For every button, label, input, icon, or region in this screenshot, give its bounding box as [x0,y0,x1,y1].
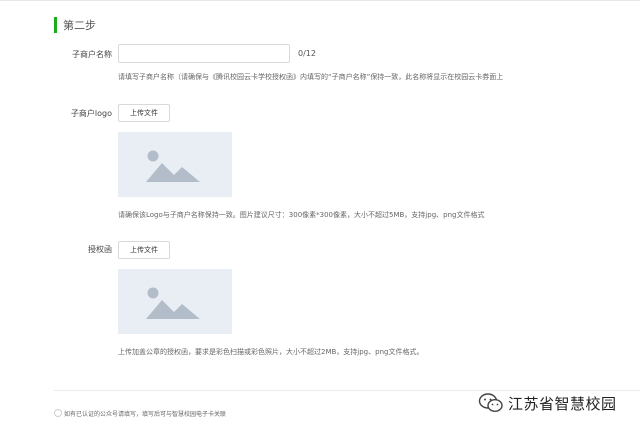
logo-upload-button[interactable]: 上传文件 [118,104,170,122]
merchant-name-counter: 0/12 [298,49,316,58]
merchant-logo-label: 子商户logo [70,109,112,118]
merchant-name-hint: 请填写子商户名称（请确保与《腾讯校园云卡学校授权函》内填写的“子商户名称”保持一… [118,73,504,81]
watermark-text: 江苏省智慧校园 [508,394,617,413]
image-placeholder-icon [146,150,200,182]
watermark: 江苏省智慧校园 [478,392,617,414]
merchant-name-input[interactable] [118,44,290,63]
auth-image-placeholder [118,269,232,334]
auth-upload-button[interactable]: 上传文件 [118,241,170,259]
official-account-radio[interactable] [54,409,62,417]
merchant-name-label: 子商户名称 [72,50,112,59]
wechat-icon [478,393,503,413]
auth-letter-label: 授权函 [88,245,112,254]
step-title: 第二步 [63,19,96,32]
top-divider [0,0,640,1]
image-placeholder-icon [146,287,200,319]
merchant-logo-hint: 请确保该Logo与子商户名称保持一致。图片建议尺寸：300像素*300像素，大小… [118,211,485,219]
official-account-note: 如有已认证的公众号请填写，填写后可与智慧校园电子卡关联 [64,411,227,418]
step-accent-bar [54,17,57,33]
step-header: 第二步 [54,16,96,34]
logo-image-placeholder [118,132,232,197]
auth-letter-hint: 上传加盖公章的授权函，要求是彩色扫描或彩色照片，大小不超过2MB，支持jpg、p… [118,348,424,356]
bottom-divider [54,390,640,391]
